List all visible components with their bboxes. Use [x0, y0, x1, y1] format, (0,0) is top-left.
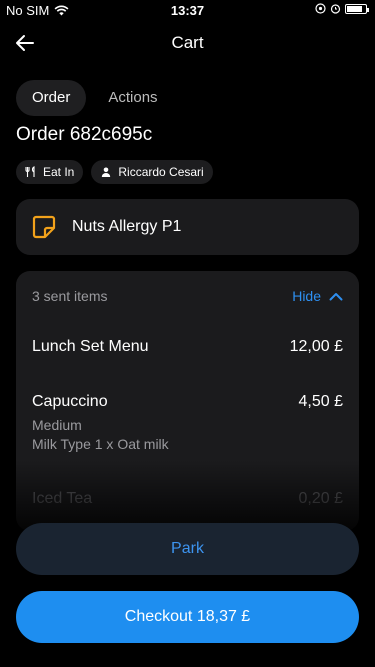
item-modifier: Milk Type 1 x Oat milk [32, 436, 169, 452]
park-button[interactable]: Park [16, 523, 359, 575]
person-icon [102, 167, 111, 177]
checkout-button[interactable]: Checkout 18,37 £ [16, 591, 359, 643]
item-name: Capuccino [32, 393, 108, 410]
battery-icon [345, 3, 369, 14]
status-right [315, 3, 369, 14]
item-name: Iced Tea [32, 490, 93, 507]
status-bar: No SIM 13:37 [0, 0, 375, 20]
sent-items-count: 3 sent items [32, 288, 108, 304]
sent-items-header: 3 sent items Hide [32, 288, 343, 304]
list-item[interactable]: Lunch Set Menu 12,00 £ [32, 338, 343, 356]
list-item[interactable]: Iced Tea 0,20 £ [32, 490, 343, 508]
eat-in-label: Eat In [43, 165, 75, 179]
item-price: 0,20 £ [298, 490, 343, 507]
tab-order[interactable]: Order [16, 80, 87, 116]
fork-knife-icon [25, 166, 35, 177]
page-title: Cart [171, 33, 204, 52]
item-modifier: Medium [32, 417, 82, 433]
hide-label: Hide [292, 288, 321, 304]
tab-bar: Order Actions [16, 80, 174, 116]
alarm-icon [330, 4, 341, 14]
tab-actions[interactable]: Actions [92, 80, 173, 116]
chevron-up-icon [329, 292, 343, 300]
note-card[interactable]: Nuts Allergy P1 [16, 199, 359, 255]
order-chips: Eat In Riccardo Cesari [16, 160, 213, 184]
hide-toggle[interactable]: Hide [292, 288, 343, 304]
note-icon [32, 215, 56, 239]
sent-items-card: 3 sent items Hide Lunch Set Menu 12,00 £… [16, 271, 359, 531]
item-price: 12,00 £ [289, 338, 343, 355]
list-item[interactable]: Capuccino 4,50 £ Medium Milk Type 1 x Oa… [32, 393, 343, 452]
eat-in-chip[interactable]: Eat In [16, 160, 84, 184]
order-title: Order 682c695c [16, 124, 153, 145]
item-price: 4,50 £ [298, 393, 343, 410]
nav-header: Cart [0, 20, 375, 66]
at-icon [315, 3, 326, 14]
customer-label: Riccardo Cesari [118, 165, 204, 179]
customer-chip[interactable]: Riccardo Cesari [91, 160, 213, 184]
note-text: Nuts Allergy P1 [72, 218, 182, 235]
